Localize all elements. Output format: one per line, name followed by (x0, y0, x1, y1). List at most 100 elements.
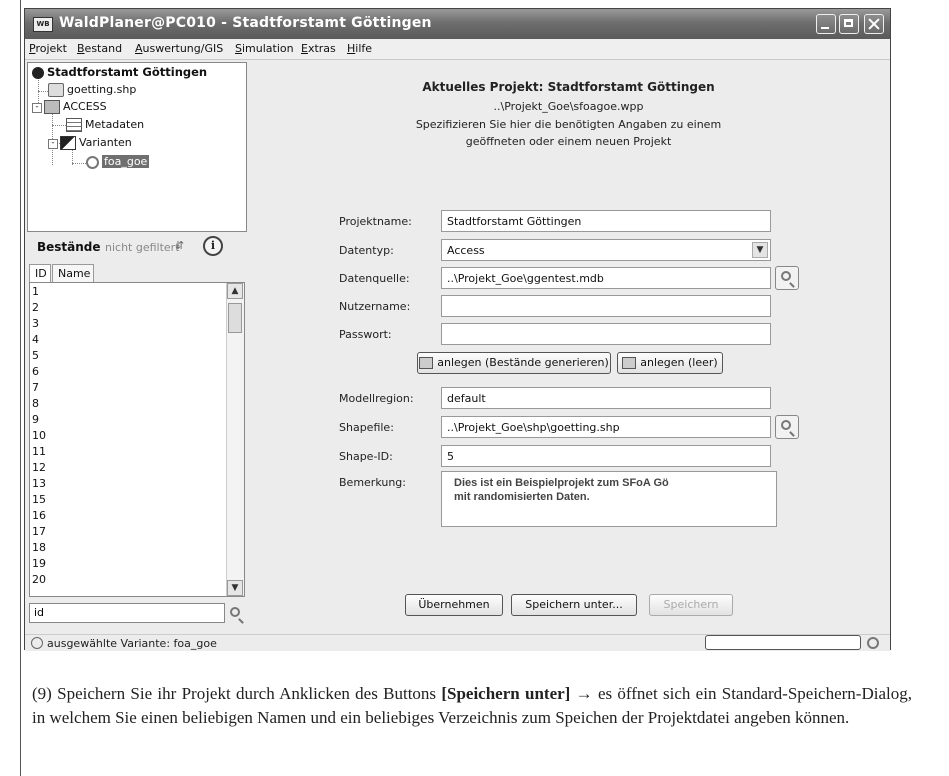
shapefile-input[interactable]: ..\Projekt_Goe\shp\goetting.shp (441, 416, 771, 438)
tree-root[interactable]: Stadtforstamt Göttingen (32, 65, 207, 79)
passwort-input[interactable] (441, 323, 771, 345)
list-item[interactable]: 5 (32, 349, 39, 362)
menu-auswertung-gis[interactable]: Auswertung/GIS (135, 42, 223, 55)
chevron-down-icon[interactable]: ▼ (752, 242, 768, 258)
left-panel: Stadtforstamt Göttingen goetting.shp - A… (27, 62, 247, 630)
minimize-button[interactable] (816, 14, 836, 34)
tree-item-variant-foa-goe[interactable]: foa_goe (86, 155, 150, 169)
anlegen-leer-label: anlegen (leer) (640, 356, 718, 369)
bestaende-title: Bestände (37, 240, 101, 254)
list-item[interactable]: 18 (32, 541, 46, 554)
window-title: WaldPlaner@PC010 - Stadtforstamt Götting… (59, 15, 432, 31)
tree-item-varianten[interactable]: Varianten (60, 136, 132, 150)
page-border-line (20, 0, 21, 776)
list-item[interactable]: 4 (32, 333, 39, 346)
application-window: WB WaldPlaner@PC010 - Stadtforstamt Gött… (24, 8, 891, 651)
scroll-up-button[interactable]: ▲ (227, 283, 243, 299)
instruction-line-1: Spezifizieren Sie hier die benötigten An… (415, 118, 722, 131)
menu-extras[interactable]: Extras (301, 42, 336, 55)
tree-item-access[interactable]: ACCESS (44, 100, 107, 114)
table-icon (66, 118, 82, 132)
shapefile-browse-button[interactable] (775, 415, 799, 439)
magnifier-icon (781, 420, 791, 430)
modellregion-input[interactable]: default (441, 387, 771, 409)
bestaende-header: Bestände nicht gefiltert ⇵ i (27, 232, 247, 258)
list-item[interactable]: 1 (32, 285, 39, 298)
tree-item-metadaten[interactable]: Metadaten (66, 118, 144, 132)
menu-simulation[interactable]: Simulation (235, 42, 294, 55)
datenquelle-browse-button[interactable] (775, 266, 799, 290)
shapefile-label: Shapefile: (339, 421, 394, 434)
tree-item-shapefile-label: goetting.shp (67, 83, 137, 96)
bemerkung-textarea[interactable]: Dies ist ein Beispielprojekt zum SFoA Gö… (441, 471, 777, 527)
projektname-input[interactable]: Stadtforstamt Göttingen (441, 210, 771, 232)
status-text: ausgewählte Variante: foa_goe (47, 637, 217, 650)
datentyp-select[interactable]: Access ▼ (441, 239, 771, 261)
tab-id[interactable]: ID (29, 264, 51, 282)
list-item[interactable]: 6 (32, 365, 39, 378)
caption-paragraph: (9) Speichern Sie ihr Projekt durch Ankl… (32, 682, 912, 730)
bestaende-list[interactable]: ▲ ▼ 1 2 3 4 5 6 7 8 9 10 11 12 13 15 16 17 18 19 20 (29, 282, 245, 597)
list-item[interactable]: 19 (32, 557, 46, 570)
anlegen-bestaende-button[interactable]: anlegen (Bestände generieren) (417, 352, 611, 374)
tab-name[interactable]: Name (52, 264, 94, 282)
datenquelle-input[interactable]: ..\Projekt_Goe\ggentest.mdb (441, 267, 771, 289)
datentyp-label: Datentyp: (339, 244, 394, 257)
shapeid-label: Shape-ID: (339, 450, 393, 463)
instruction-line-2: geöffneten oder einem neuen Projekt (465, 135, 672, 148)
list-item[interactable]: 10 (32, 429, 46, 442)
list-item[interactable]: 9 (32, 413, 39, 426)
refresh-icon (86, 155, 99, 169)
list-item[interactable]: 8 (32, 397, 39, 410)
collapse-access-toggle[interactable]: - (32, 103, 42, 113)
shapeid-input[interactable]: 5 (441, 445, 771, 467)
app-icon: WB (33, 17, 53, 32)
uebernehmen-button[interactable]: Übernehmen (405, 594, 503, 616)
list-item[interactable]: 7 (32, 381, 39, 394)
anlegen-leer-button[interactable]: anlegen (leer) (617, 352, 723, 374)
info-icon[interactable]: i (203, 236, 223, 256)
bemerkung-label: Bemerkung: (339, 476, 406, 489)
maximize-button[interactable] (839, 14, 859, 34)
scroll-down-button[interactable]: ▼ (227, 580, 243, 596)
collapse-varianten-toggle[interactable]: - (48, 139, 58, 149)
tree-root-label: Stadtforstamt Göttingen (47, 65, 208, 79)
sync-icon[interactable] (867, 637, 879, 649)
list-item[interactable]: 17 (32, 525, 46, 538)
caption-bold: [Speichern unter] (441, 684, 571, 703)
list-scrollbar[interactable]: ▲ ▼ (226, 283, 244, 596)
filter-status: nicht gefiltert (105, 241, 180, 254)
list-item[interactable]: 2 (32, 301, 39, 314)
list-item[interactable]: 3 (32, 317, 39, 330)
bestaende-search-input[interactable]: id (29, 603, 225, 623)
client-area: Stadtforstamt Göttingen goetting.shp - A… (25, 60, 890, 651)
title-bar[interactable]: WB WaldPlaner@PC010 - Stadtforstamt Gött… (25, 9, 890, 39)
nutzername-input[interactable] (441, 295, 771, 317)
shapefile-icon (48, 83, 64, 97)
list-item[interactable]: 15 (32, 493, 46, 506)
menu-bestand[interactable]: Bestand (77, 42, 122, 55)
create-empty-icon (622, 357, 637, 369)
anlegen-bestaende-label: anlegen (Bestände generieren) (437, 356, 609, 369)
bemerkung-line-2: mit randomisierten Daten. (454, 491, 590, 503)
menu-projekt[interactable]: Projekt (29, 42, 67, 55)
list-item[interactable]: 12 (32, 461, 46, 474)
project-form-panel: Aktuelles Projekt: Stadtforstamt Götting… (251, 62, 886, 630)
nutzername-label: Nutzername: (339, 300, 411, 313)
list-item[interactable]: 20 (32, 573, 46, 586)
datenquelle-label: Datenquelle: (339, 272, 410, 285)
speichern-button[interactable]: Speichern (649, 594, 733, 616)
list-item[interactable]: 13 (32, 477, 46, 490)
list-item[interactable]: 11 (32, 445, 46, 458)
filter-icon[interactable]: ⇵ (175, 239, 189, 253)
menu-bar: Projekt Bestand Auswertung/GIS Simulatio… (25, 39, 890, 60)
projektname-label: Projektname: (339, 215, 412, 228)
speichern-unter-button[interactable]: Speichern unter... (511, 594, 637, 616)
scroll-thumb[interactable] (228, 303, 242, 333)
tree-item-shapefile[interactable]: goetting.shp (48, 83, 136, 97)
menu-hilfe[interactable]: Hilfe (347, 42, 372, 55)
close-button[interactable] (864, 14, 884, 34)
search-icon[interactable] (227, 603, 245, 623)
list-item[interactable]: 16 (32, 509, 46, 522)
refresh-icon (31, 637, 43, 649)
